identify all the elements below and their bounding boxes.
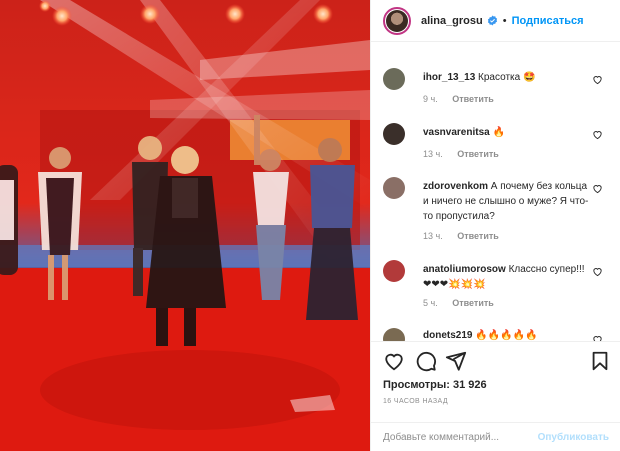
separator-dot: • bbox=[502, 14, 507, 27]
commenter-avatar[interactable] bbox=[383, 177, 405, 199]
commenter-username[interactable]: anatoliumorosow bbox=[423, 264, 506, 275]
small-heart-icon[interactable] bbox=[592, 334, 603, 341]
follow-button[interactable]: Подписаться bbox=[512, 15, 584, 27]
commenter-username[interactable]: vasnvarenitsa bbox=[423, 127, 490, 138]
reply-button[interactable]: Ответить bbox=[452, 94, 494, 104]
post-header: alina_grosu • Подписаться bbox=[371, 0, 620, 42]
add-comment-bar: Опубликовать bbox=[371, 422, 620, 451]
commenter-avatar[interactable] bbox=[383, 68, 405, 90]
comment-message: 🔥 bbox=[492, 127, 505, 138]
comment-time: 9 ч. bbox=[423, 94, 438, 104]
comment-meta: 13 ч. Ответить bbox=[423, 149, 499, 159]
verified-badge-icon bbox=[487, 15, 497, 26]
comment-text: ihor_13_13 Красотка 🤩 bbox=[423, 70, 591, 85]
comment-time: 5 ч. bbox=[423, 298, 438, 308]
post-actions: Просмотры: 31 926 16 часов назад Опублик… bbox=[371, 341, 620, 451]
reply-button[interactable]: Ответить bbox=[457, 231, 499, 241]
author-username[interactable]: alina_grosu bbox=[421, 15, 483, 27]
comment-meta: 5 ч. Ответить bbox=[423, 298, 494, 308]
comment-meta: 13 ч. Ответить bbox=[423, 231, 499, 241]
commenter-avatar[interactable] bbox=[383, 328, 405, 341]
post-video[interactable] bbox=[0, 0, 370, 451]
stage-scene-image bbox=[0, 0, 370, 451]
commenter-username[interactable]: zdorovenkom bbox=[423, 181, 488, 192]
commenter-avatar[interactable] bbox=[383, 123, 405, 145]
comment-meta: 9 ч. Ответить bbox=[423, 94, 494, 104]
comment-time: 13 ч. bbox=[423, 149, 443, 159]
publish-button[interactable]: Опубликовать bbox=[538, 432, 609, 443]
commenter-username[interactable]: ihor_13_13 bbox=[423, 72, 475, 83]
post-timestamp[interactable]: 16 часов назад bbox=[383, 398, 448, 405]
reply-button[interactable]: Ответить bbox=[452, 298, 494, 308]
small-heart-icon[interactable] bbox=[592, 183, 603, 194]
bookmark-icon[interactable] bbox=[589, 350, 611, 372]
comment-text: vasnvarenitsa 🔥 bbox=[423, 125, 591, 140]
share-icon[interactable] bbox=[445, 350, 467, 372]
author-avatar[interactable] bbox=[383, 6, 411, 35]
comment-text: donets219 🔥🔥🔥🔥🔥 bbox=[423, 328, 591, 341]
comment-icon[interactable] bbox=[415, 350, 437, 372]
small-heart-icon[interactable] bbox=[592, 129, 603, 140]
comment-time: 13 ч. bbox=[423, 231, 443, 241]
comment-text: zdorovenkom А почему без кольца и ничего… bbox=[423, 179, 591, 224]
views-count: Просмотры: 31 926 bbox=[383, 379, 487, 391]
reply-button[interactable]: Ответить bbox=[457, 149, 499, 159]
comment-input[interactable] bbox=[383, 432, 538, 443]
small-heart-icon[interactable] bbox=[592, 74, 603, 85]
small-heart-icon[interactable] bbox=[592, 266, 603, 277]
commenter-username[interactable]: donets219 bbox=[423, 330, 472, 341]
heart-icon[interactable] bbox=[383, 350, 405, 372]
post-side-panel: alina_grosu • Подписаться ihor_13_13 Кра… bbox=[370, 0, 620, 451]
comment-text: anatoliumorosow Классно супер!!!❤❤❤💥💥💥 bbox=[423, 262, 591, 292]
comments-list[interactable]: ihor_13_13 Красотка 🤩 9 ч. Ответить vasn… bbox=[371, 43, 620, 341]
comment-message: Красотка 🤩 bbox=[478, 72, 536, 83]
commenter-avatar[interactable] bbox=[383, 260, 405, 282]
comment-message: 🔥🔥🔥🔥🔥 bbox=[475, 330, 538, 341]
